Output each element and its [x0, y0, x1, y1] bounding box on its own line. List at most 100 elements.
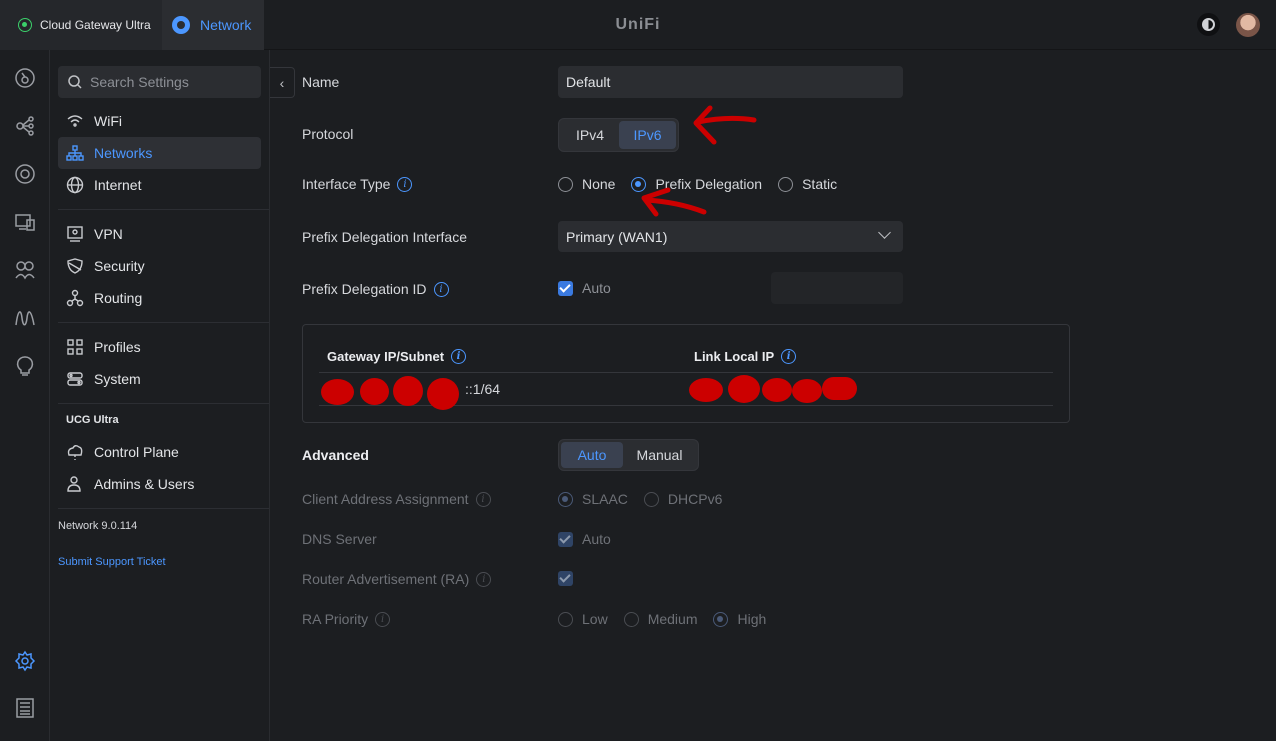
unifi-logo: UniFi — [615, 16, 661, 33]
ra-priority-low: Low — [558, 611, 608, 627]
app-rail — [0, 50, 50, 741]
interface-type-none[interactable]: None — [558, 176, 615, 192]
globe-icon — [66, 176, 84, 194]
sidebar-item-system[interactable]: System — [58, 363, 261, 395]
sidebar-item-networks[interactable]: Networks — [58, 137, 261, 169]
section-label-ucg: UCG Ultra — [66, 414, 119, 426]
devices-icon[interactable] — [14, 163, 36, 185]
alarm-manager-icon[interactable] — [14, 355, 36, 377]
advanced-label: Advanced — [302, 447, 369, 463]
settings-sidebar: WiFi Networks Internet VPN Security Rout… — [50, 50, 270, 741]
name-input[interactable]: Default — [558, 66, 903, 98]
sidebar-divider — [58, 508, 269, 509]
sidebar-item-internet[interactable]: Internet — [58, 169, 261, 201]
sidebar-item-label: Security — [94, 258, 145, 274]
sidebar-item-label: Admins & Users — [94, 476, 195, 492]
sidebar-item-security[interactable]: Security — [58, 250, 261, 282]
radio-label: Low — [582, 611, 608, 627]
protocol-label: Protocol — [302, 126, 354, 142]
checkbox-label: Auto — [582, 531, 611, 547]
pd-interface-value: Primary (WAN1) — [566, 228, 668, 245]
protocol-toggle: IPv4 IPv6 — [558, 118, 679, 152]
radio-label: None — [582, 176, 616, 192]
wifi-icon — [66, 112, 84, 130]
info-icon[interactable]: i — [397, 176, 413, 192]
sidebar-item-routing[interactable]: Routing — [58, 282, 261, 314]
sidebar-item-admins-users[interactable]: Admins & Users — [58, 468, 261, 500]
interface-type-label-text: Interface Type — [302, 176, 391, 192]
protocol-ipv6-option[interactable]: IPv6 — [619, 121, 676, 149]
info-icon[interactable]: i — [451, 349, 467, 364]
insights-icon[interactable] — [14, 259, 36, 281]
interface-type-static[interactable]: Static — [778, 176, 837, 192]
advanced-auto-option[interactable]: Auto — [561, 442, 623, 468]
pd-id-auto-checkbox[interactable]: Auto — [558, 280, 611, 296]
pd-id-label-text: Prefix Delegation ID — [302, 281, 427, 297]
info-icon[interactable]: i — [781, 349, 797, 364]
protocol-ipv4-option[interactable]: IPv4 — [561, 121, 619, 149]
topology-icon[interactable] — [14, 115, 36, 137]
ra-priority-high: High — [713, 611, 766, 627]
ra-priority-radio-group: Low Medium High — [558, 611, 782, 627]
checkbox-checked-icon — [558, 571, 573, 586]
ra-label-text: Router Advertisement (RA) — [302, 571, 470, 587]
clients-icon[interactable] — [14, 211, 36, 233]
link-local-header: Link Local IP i — [694, 349, 797, 364]
system-icon — [66, 370, 84, 388]
annotation-arrow-protocol — [693, 105, 757, 145]
search-box[interactable] — [58, 66, 261, 98]
version-text: Network 9.0.114 — [58, 520, 138, 532]
radio-label: SLAAC — [582, 491, 628, 507]
dashboard-icon[interactable] — [14, 67, 36, 89]
advanced-manual-option[interactable]: Manual — [623, 442, 696, 468]
search-icon — [68, 75, 82, 89]
sidebar-item-label: Profiles — [94, 339, 141, 355]
info-icon[interactable]: i — [433, 281, 449, 297]
sidebar-divider — [58, 403, 269, 404]
sidebar-item-vpn[interactable]: VPN — [58, 218, 261, 250]
radio-label: Medium — [647, 611, 698, 627]
checkbox-checked-icon — [558, 280, 573, 296]
info-icon: i — [475, 491, 491, 507]
redaction-mark — [393, 376, 423, 406]
redaction-mark — [822, 377, 857, 400]
theme-toggle-button[interactable] — [1197, 13, 1220, 36]
redaction-mark — [792, 379, 822, 403]
dns-auto-checkbox: Auto — [558, 531, 611, 547]
radio-icon — [778, 176, 794, 192]
link-local-header-text: Link Local IP — [694, 349, 775, 364]
table-divider — [319, 372, 1053, 373]
pd-id-label: Prefix Delegation ID i — [302, 281, 449, 297]
sidebar-item-control-plane[interactable]: Control Plane — [58, 436, 261, 468]
shield-icon — [66, 257, 84, 275]
pd-id-input[interactable] — [771, 272, 903, 304]
vpn-icon — [66, 225, 84, 243]
support-ticket-link[interactable]: Submit Support Ticket — [58, 556, 166, 568]
radio-manager-icon[interactable] — [14, 307, 36, 329]
chevron-left-icon: ‹ — [279, 74, 285, 91]
gateway-ip-header-text: Gateway IP/Subnet — [327, 349, 445, 364]
collapse-sidebar-button[interactable]: ‹ — [270, 67, 295, 98]
settings-gear-icon[interactable] — [14, 650, 36, 672]
radio-icon — [623, 611, 639, 627]
sidebar-item-label: Routing — [94, 290, 143, 306]
system-log-icon[interactable] — [14, 697, 36, 719]
dns-label: DNS Server — [302, 531, 377, 547]
advanced-toggle: Auto Manual — [558, 439, 699, 471]
sidebar-item-profiles[interactable]: Profiles — [58, 331, 261, 363]
radio-label: High — [737, 611, 767, 627]
client-assign-radio-group: SLAAC DHCPv6 — [558, 491, 738, 507]
redaction-mark — [321, 379, 354, 405]
radio-selected-icon — [558, 491, 573, 507]
redaction-mark — [689, 378, 723, 402]
top-bar: Cloud Gateway Ultra Network UniFi — [0, 0, 1276, 50]
admins-icon — [66, 475, 84, 493]
search-input[interactable] — [90, 74, 250, 90]
client-assign-dhcpv6: DHCPv6 — [643, 491, 722, 507]
redaction-mark — [360, 378, 389, 405]
sidebar-item-wifi[interactable]: WiFi — [58, 105, 261, 137]
pd-interface-select[interactable]: Primary (WAN1) — [558, 221, 903, 252]
info-icon: i — [375, 611, 391, 627]
client-assign-label: Client Address Assignment i — [302, 491, 491, 507]
avatar[interactable] — [1236, 13, 1260, 37]
